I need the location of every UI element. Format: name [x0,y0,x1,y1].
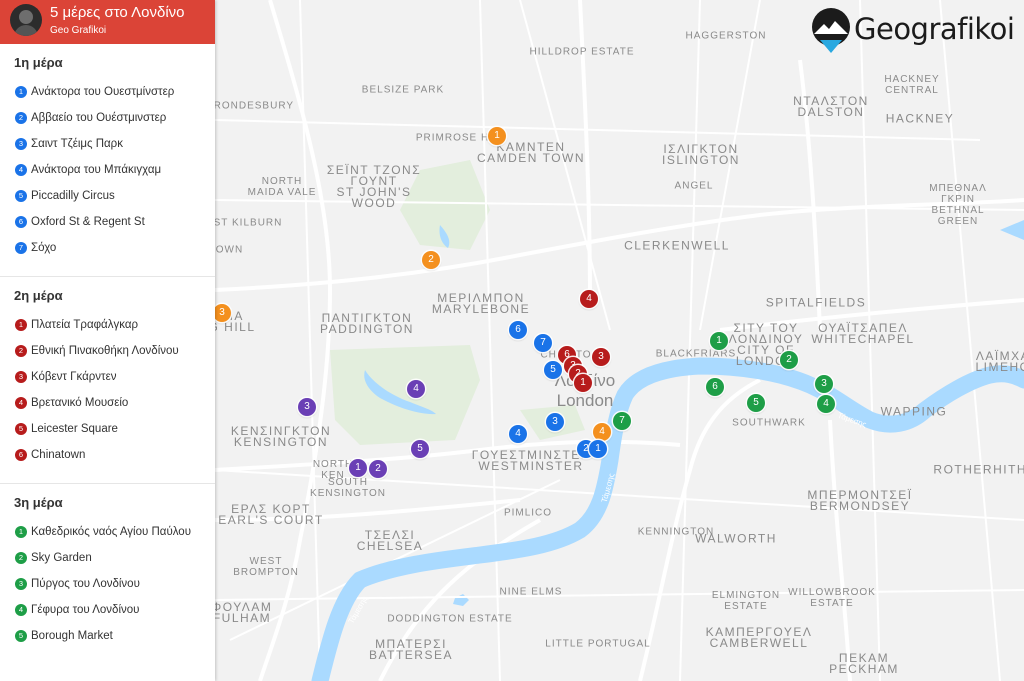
place-label: Γέφυρα του Λονδίνου [31,604,140,616]
place-label: Εθνική Πινακοθήκη Λονδίνου [31,345,179,357]
place-item[interactable]: 3 Κόβεντ Γκάρντεν [0,369,215,395]
place-item[interactable]: 3 Πύργος του Λονδίνου [0,576,215,602]
day-section: 3η μέρα 1 Καθεδρικός ναός Αγίου Παύλου 2 Sky… [0,484,215,664]
place-label: Borough Market [31,630,113,642]
hyde-park [330,345,480,445]
place-item[interactable]: 5 Borough Market [0,628,215,654]
map-marker-purple[interactable]: 2 [369,460,387,478]
map-marker-green[interactable]: 7 [613,412,631,430]
place-number-icon: 6 [15,449,27,461]
place-label: Αββαείο του Ουέστμινστερ [31,112,167,124]
map-marker-green[interactable]: 5 [747,394,765,412]
place-number-icon: 3 [15,138,27,150]
place-number-icon: 4 [15,397,27,409]
place-label: Πύργος του Λονδίνου [31,578,140,590]
day-section: 1η μέρα 1 Ανάκτορα του Ουεστμίνστερ 2 Αββαεί… [0,44,215,277]
logo-text: Geografikoi [854,12,1015,46]
place-item[interactable]: 2 Εθνική Πινακοθήκη Λονδίνου [0,343,215,369]
place-number-icon: 6 [15,216,27,228]
place-item[interactable]: 3 Σαιντ Τζέιμς Παρκ [0,136,215,162]
place-label: Σόχο [31,242,57,254]
place-number-icon: 5 [15,423,27,435]
map-marker-green[interactable]: 6 [706,378,724,396]
place-item[interactable]: 2 Αββαείο του Ουέστμινστερ [0,110,215,136]
place-item[interactable]: 4 Βρετανικό Μουσείο [0,395,215,421]
place-label: Βρετανικό Μουσείο [31,397,129,409]
place-number-icon: 5 [15,190,27,202]
map-marker-blue[interactable]: 5 [544,361,562,379]
avatar[interactable] [10,4,42,36]
place-number-icon: 4 [15,604,27,616]
place-label: Καθεδρικός ναός Αγίου Παύλου [31,526,191,538]
map-marker-orange[interactable]: 1 [488,127,506,145]
map-marker-purple[interactable]: 3 [298,398,316,416]
place-item[interactable]: 2 Sky Garden [0,550,215,576]
place-label: Oxford St & Regent St [31,216,145,228]
map-marker-purple[interactable]: 5 [411,440,429,458]
map-marker-blue[interactable]: 4 [509,425,527,443]
place-item[interactable]: 6 Chinatown [0,447,215,473]
place-number-icon: 5 [15,630,27,642]
place-number-icon: 1 [15,526,27,538]
place-number-icon: 3 [15,578,27,590]
day-title[interactable]: 2η μέρα [0,285,215,317]
day-title[interactable]: 1η μέρα [0,52,215,84]
map-marker-green[interactable]: 1 [710,332,728,350]
place-label: Leicester Square [31,423,118,435]
place-label: Σαιντ Τζέιμς Παρκ [31,138,123,150]
sidebar: 5 μέρες στο Λονδίνο Geo Grafikoi 1η μέρα… [0,0,215,681]
sidebar-header: 5 μέρες στο Λονδίνο Geo Grafikoi [0,0,215,44]
place-item[interactable]: 4 Ανάκτορα του Μπάκιγχαμ [0,162,215,188]
map-marker-red[interactable]: 1 [574,374,592,392]
day-section: 2η μέρα 1 Πλατεία Τραφάλγκαρ 2 Εθνική Πινακο… [0,277,215,484]
place-label: Ανάκτορα του Ουεστμίνστερ [31,86,175,98]
place-label: Κόβεντ Γκάρντεν [31,371,117,383]
place-item[interactable]: 5 Piccadilly Circus [0,188,215,214]
map-marker-green[interactable]: 3 [815,375,833,393]
map-marker-orange[interactable]: 4 [593,423,611,441]
map-marker-orange[interactable]: 3 [213,304,231,322]
place-item[interactable]: 1 Ανάκτορα του Ουεστμίνστερ [0,84,215,110]
map-marker-blue[interactable]: 6 [509,321,527,339]
place-number-icon: 2 [15,345,27,357]
map-marker-blue[interactable]: 1 [589,440,607,458]
map-marker-blue[interactable]: 3 [546,413,564,431]
place-item[interactable]: 4 Γέφυρα του Λονδίνου [0,602,215,628]
map-marker-purple[interactable]: 4 [407,380,425,398]
place-item[interactable]: 1 Καθεδρικός ναός Αγίου Παύλου [0,524,215,550]
place-number-icon: 4 [15,164,27,176]
map-author: Geo Grafikoi [50,25,107,36]
map-marker-green[interactable]: 2 [780,351,798,369]
place-label: Sky Garden [31,552,92,564]
place-item[interactable]: 7 Σόχο [0,240,215,266]
mountain-pin-icon [812,8,850,53]
map-marker-orange[interactable]: 2 [422,251,440,269]
map-marker-red[interactable]: 4 [580,290,598,308]
map-marker-purple[interactable]: 1 [349,459,367,477]
map-marker-blue[interactable]: 7 [534,334,552,352]
map-title[interactable]: 5 μέρες στο Λονδίνο [50,4,185,21]
place-label: Πλατεία Τραφάλγκαρ [31,319,139,331]
place-number-icon: 2 [15,112,27,124]
place-label: Ανάκτορα του Μπάκιγχαμ [31,164,162,176]
place-label: Chinatown [31,449,86,461]
geografikoi-logo: Geografikoi [811,8,1021,56]
place-number-icon: 2 [15,552,27,564]
map-marker-green[interactable]: 4 [817,395,835,413]
map-marker-red[interactable]: 3 [592,348,610,366]
place-number-icon: 7 [15,242,27,254]
place-item[interactable]: 5 Leicester Square [0,421,215,447]
place-item[interactable]: 6 Oxford St & Regent St [0,214,215,240]
place-item[interactable]: 1 Πλατεία Τραφάλγκαρ [0,317,215,343]
place-number-icon: 1 [15,319,27,331]
place-label: Piccadilly Circus [31,190,115,202]
place-number-icon: 3 [15,371,27,383]
place-number-icon: 1 [15,86,27,98]
day-list: 1η μέρα 1 Ανάκτορα του Ουεστμίνστερ 2 Αββαεί… [0,44,215,664]
day-title[interactable]: 3η μέρα [0,492,215,524]
